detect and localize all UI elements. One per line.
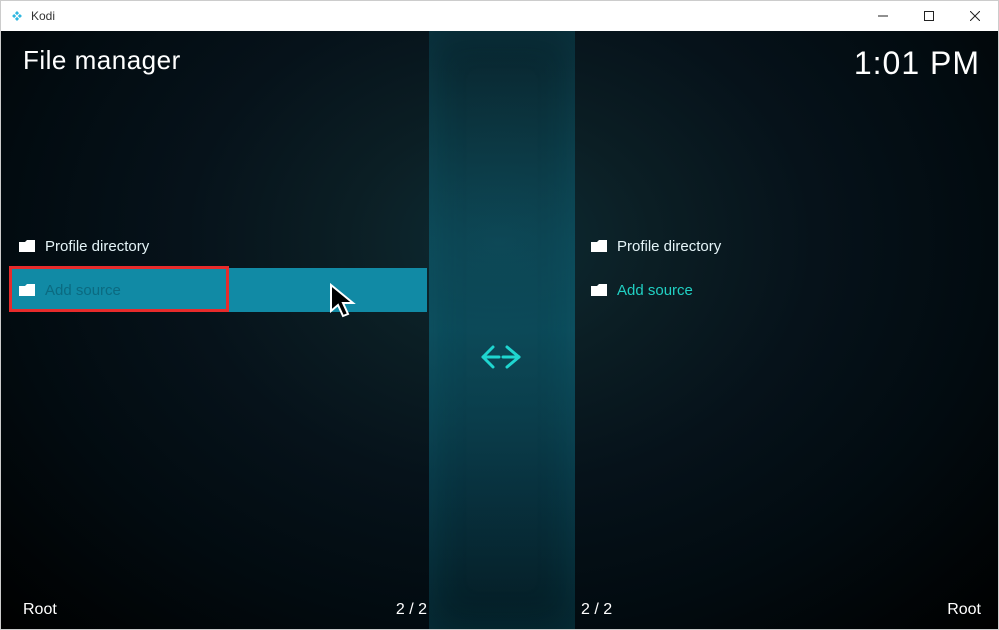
path-label: Root [947, 601, 981, 619]
list-item-label: Profile directory [617, 238, 721, 255]
client-area: File manager 1:01 PM Profile directory A… [1, 31, 998, 629]
app-window: Kodi File manager 1:01 PM Profile direct… [0, 0, 999, 630]
right-pane: Profile directory Add source [581, 224, 998, 581]
kodi-logo-icon [9, 8, 25, 24]
split-arrows-icon [479, 343, 525, 376]
close-button[interactable] [952, 1, 998, 31]
folder-icon [591, 240, 607, 252]
right-footer: 2 / 2 Root [581, 601, 981, 619]
minimize-button[interactable] [860, 1, 906, 31]
list-item-label: Profile directory [45, 238, 149, 255]
titlebar: Kodi [1, 1, 998, 31]
window-title: Kodi [31, 9, 55, 23]
list-item-label: Add source [617, 282, 693, 299]
count-label: 2 / 2 [396, 601, 427, 619]
maximize-button[interactable] [906, 1, 952, 31]
left-footer: Root 2 / 2 [23, 601, 427, 619]
path-label: Root [23, 601, 57, 619]
folder-icon [19, 240, 35, 252]
add-source[interactable]: Add source [581, 268, 998, 312]
list-item[interactable]: Profile directory [9, 224, 427, 268]
left-pane: Profile directory Add source [9, 224, 427, 581]
header: File manager 1:01 PM [23, 45, 980, 82]
clock: 1:01 PM [854, 45, 980, 82]
center-beam [429, 31, 575, 629]
add-source[interactable]: Add source [9, 268, 427, 312]
list-item-label: Add source [45, 282, 121, 299]
folder-icon [19, 284, 35, 296]
screen-title: File manager [23, 45, 181, 76]
list-item[interactable]: Profile directory [581, 224, 998, 268]
folder-icon [591, 284, 607, 296]
count-label: 2 / 2 [581, 601, 612, 619]
